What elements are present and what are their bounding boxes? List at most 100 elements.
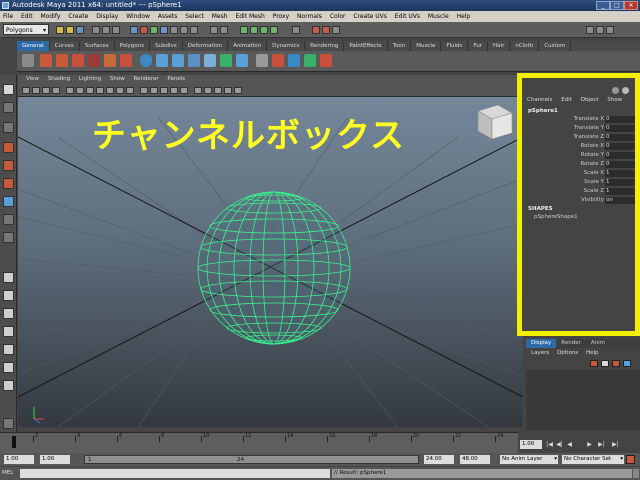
shelf-tool-icon[interactable] <box>256 54 268 67</box>
attr-scale-y-value[interactable]: 1 <box>605 179 637 186</box>
attr-visibility-value[interactable]: on <box>605 197 637 204</box>
panel-high-quality-icon[interactable] <box>234 87 242 94</box>
minimize-button[interactable]: _ <box>596 1 610 10</box>
layout-hypershade-icon[interactable] <box>3 362 14 373</box>
panel-safe-title-icon[interactable] <box>126 87 134 94</box>
select-dynamic-icon[interactable] <box>180 26 188 34</box>
playback-end-field[interactable]: 24.00 <box>424 455 454 464</box>
move-tool-icon[interactable] <box>3 142 14 153</box>
poly-plane-icon[interactable] <box>204 54 216 67</box>
lock-selection-icon[interactable] <box>210 26 218 34</box>
manipulator-tool-icon[interactable] <box>3 196 14 207</box>
shelf-menu-icon[interactable] <box>22 54 34 67</box>
panel-wireframe-icon[interactable] <box>140 87 148 94</box>
shelf-tool-icon[interactable] <box>72 54 84 67</box>
shelf-tab-custom[interactable]: Custom <box>539 41 572 51</box>
layout-custom-icon[interactable] <box>3 380 14 391</box>
open-scene-icon[interactable] <box>66 26 74 34</box>
attr-scale-x-value[interactable]: 1 <box>605 170 637 177</box>
shelf-tab-subdivs[interactable]: Subdivs <box>150 41 183 51</box>
select-surface-icon[interactable] <box>160 26 168 34</box>
channel-box-toggle-icon[interactable] <box>606 26 614 34</box>
shelf-tab-general[interactable]: General <box>17 41 50 51</box>
playback-start-field[interactable]: 1.00 <box>40 455 70 464</box>
attr-rotate-y-value[interactable]: 0 <box>605 152 637 159</box>
poly-sphere-icon[interactable] <box>140 54 152 67</box>
select-handle-icon[interactable] <box>130 26 138 34</box>
layout-two-icon[interactable] <box>3 308 14 319</box>
shelf-tab-deformation[interactable]: Deformation <box>183 41 229 51</box>
shelf-tab-painteffects[interactable]: PaintEffects <box>344 41 388 51</box>
cb-menu-object[interactable]: Object <box>581 97 599 103</box>
poly-cone-icon[interactable] <box>188 54 200 67</box>
layer-tab-render[interactable]: Render <box>556 339 586 348</box>
menu-select[interactable]: Select <box>185 13 204 20</box>
panel-image-plane-icon[interactable] <box>52 87 60 94</box>
menu-assets[interactable]: Assets <box>158 13 178 20</box>
save-scene-icon[interactable] <box>76 26 84 34</box>
step-forward-key-button[interactable]: ▶| <box>597 440 606 449</box>
menu-mesh[interactable]: Mesh <box>212 13 228 20</box>
panel-menu-lighting[interactable]: Lighting <box>79 76 101 82</box>
menu-proxy[interactable]: Proxy <box>273 13 289 20</box>
snap-point-icon[interactable] <box>260 26 268 34</box>
panel-menu-show[interactable]: Show <box>110 76 125 82</box>
soft-mod-tool-icon[interactable] <box>3 214 14 225</box>
layout-single-icon[interactable] <box>3 272 14 283</box>
panel-textured-icon[interactable] <box>170 87 178 94</box>
new-layer-icon[interactable] <box>601 360 609 367</box>
channel-box-toggle-icon[interactable] <box>622 87 629 94</box>
select-curve-icon[interactable] <box>150 26 158 34</box>
shelf-tab-surfaces[interactable]: Surfaces <box>80 41 115 51</box>
last-tool-icon[interactable] <box>3 232 14 243</box>
scale-tool-icon[interactable] <box>3 178 14 189</box>
layer-options-icon[interactable] <box>623 360 631 367</box>
new-layer-selected-icon[interactable] <box>612 360 620 367</box>
close-button[interactable]: ✕ <box>624 1 638 10</box>
menu-edit[interactable]: Edit <box>21 13 33 20</box>
shelf-tab-dynamics[interactable]: Dynamics <box>267 41 306 51</box>
layer-list[interactable] <box>526 370 640 430</box>
play-backwards-button[interactable]: ◀ <box>565 440 574 449</box>
ipr-render-icon[interactable] <box>322 26 330 34</box>
maximize-button[interactable]: □ <box>610 1 624 10</box>
menu-display[interactable]: Display <box>96 13 118 20</box>
auto-key-icon[interactable] <box>626 455 635 464</box>
cb-menu-channels[interactable]: Channels <box>527 97 552 103</box>
attr-translate-y-value[interactable]: 0 <box>605 125 637 132</box>
panel-lights-icon[interactable] <box>180 87 188 94</box>
menu-muscle[interactable]: Muscle <box>428 13 449 20</box>
current-frame-field[interactable]: 1.00 <box>520 440 542 449</box>
play-forwards-button[interactable]: ▶ <box>585 440 594 449</box>
menu-color[interactable]: Color <box>330 13 346 20</box>
menu-edit-uvs[interactable]: Edit UVs <box>395 13 420 20</box>
select-object-icon[interactable] <box>102 26 110 34</box>
cb-menu-show[interactable]: Show <box>607 97 622 103</box>
menu-help[interactable]: Help <box>457 13 471 20</box>
shelf-tab-hair[interactable]: Hair <box>488 41 511 51</box>
range-slider[interactable]: 1 24 <box>84 455 419 464</box>
script-editor-icon[interactable] <box>633 469 639 478</box>
paint-select-tool-icon[interactable] <box>3 122 14 133</box>
snap-grid-icon[interactable] <box>240 26 248 34</box>
shelf-tab-animation[interactable]: Animation <box>228 41 268 51</box>
channel-box-layout-icon[interactable] <box>612 87 619 94</box>
panel-shadows-icon[interactable] <box>194 87 202 94</box>
cb-menu-edit[interactable]: Edit <box>561 97 572 103</box>
shelf-tool-icon[interactable] <box>220 54 232 67</box>
character-set-dropdown[interactable]: No Character Set <box>562 455 624 464</box>
select-component-icon[interactable] <box>112 26 120 34</box>
shelf-tool-icon[interactable] <box>304 54 316 67</box>
mel-script-icon[interactable] <box>3 418 14 429</box>
render-frame-icon[interactable] <box>312 26 320 34</box>
select-deformation-icon[interactable] <box>170 26 178 34</box>
select-hierarchy-icon[interactable] <box>92 26 100 34</box>
attr-translate-z-value[interactable]: 0 <box>605 134 637 141</box>
highlight-selection-icon[interactable] <box>220 26 228 34</box>
layer-menu-options[interactable]: Options <box>557 350 578 356</box>
menu-set-dropdown[interactable]: Polygons <box>3 24 49 36</box>
layout-graph-icon[interactable] <box>3 344 14 355</box>
poly-cube-icon[interactable] <box>156 54 168 67</box>
panel-resolution-gate-icon[interactable] <box>86 87 94 94</box>
shelf-tool-icon[interactable] <box>236 54 248 67</box>
